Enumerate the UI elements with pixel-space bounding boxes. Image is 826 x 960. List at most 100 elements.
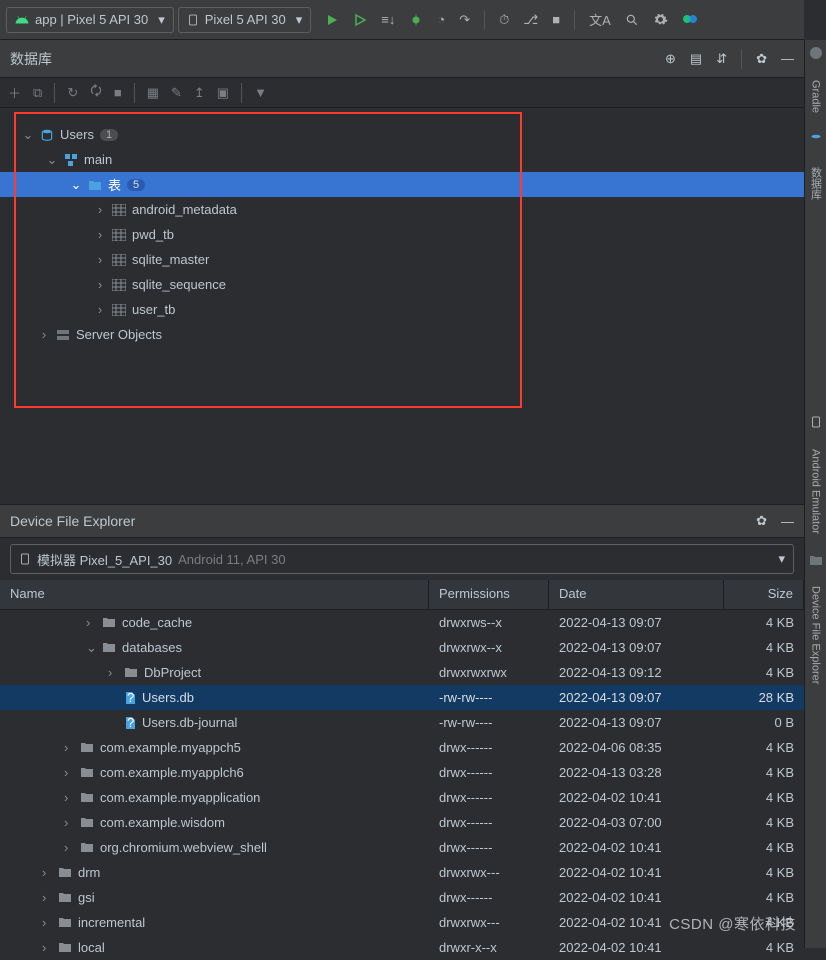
console-icon[interactable]: ▣	[217, 85, 229, 101]
database-panel-title: 数据库	[10, 49, 665, 69]
chevron-down-icon: ⌄	[70, 177, 82, 193]
chevron-icon: ›	[64, 740, 74, 755]
file-perm: drwx------	[429, 790, 549, 805]
file-name: code_cache	[122, 615, 192, 630]
git-icon[interactable]: ⎇	[523, 12, 538, 28]
device-dropdown[interactable]: Pixel 5 API 30 ▾	[178, 7, 311, 33]
gradle-icon	[809, 46, 823, 60]
col-size[interactable]: Size	[724, 580, 804, 609]
device-name: 模拟器 Pixel_5_API_30	[37, 550, 172, 569]
sidetab-gradle[interactable]: Gradle	[810, 80, 822, 113]
phone-icon	[19, 552, 31, 566]
speed-icon[interactable]: ⏱	[499, 12, 509, 28]
add-icon[interactable]: ＋	[8, 83, 21, 102]
table-row[interactable]: ?Users.db-journal-rw-rw----2022-04-13 09…	[0, 710, 804, 735]
gear-icon[interactable]: ✿	[756, 51, 767, 67]
tree-label: pwd_tb	[132, 227, 174, 242]
separator	[741, 49, 742, 69]
copy-icon[interactable]: ⧉	[33, 85, 42, 101]
attach-icon[interactable]: ↷	[459, 12, 470, 28]
file-size: 4 KB	[724, 615, 804, 630]
table-row[interactable]: ›com.example.myapplicationdrwx------2022…	[0, 785, 804, 810]
chevron-down-icon: ⌄	[46, 152, 58, 168]
database-icon	[809, 133, 823, 147]
table-row[interactable]: ›code_cachedrwxrws--x2022-04-13 09:074 K…	[0, 610, 804, 635]
table-row[interactable]: ›com.example.myapplch6drwx------2022-04-…	[0, 760, 804, 785]
refresh-icon[interactable]: ↻	[67, 85, 78, 101]
database-panel-header: 数据库 ⊕ ▤ ⇵ ✿ —	[0, 40, 804, 78]
col-name[interactable]: Name	[0, 580, 429, 609]
run-config-dropdown[interactable]: app | Pixel 5 API 30 ▾	[6, 7, 174, 33]
main-toolbar: app | Pixel 5 API 30 ▾ Pixel 5 API 30 ▾ …	[0, 0, 804, 40]
file-name: Users.db-journal	[142, 715, 237, 730]
search-icon[interactable]	[625, 13, 639, 27]
table-row[interactable]: ?Users.db-rw-rw----2022-04-13 09:0728 KB	[0, 685, 804, 710]
tree-node-users[interactable]: ⌄ Users 1	[0, 122, 804, 147]
folder-icon	[58, 917, 72, 928]
tree-label: main	[84, 152, 112, 167]
file-date: 2022-04-13 09:12	[549, 665, 724, 680]
gear-icon[interactable]: ✿	[756, 513, 767, 529]
tree-node-server-objects[interactable]: › Server Objects	[0, 322, 804, 347]
tree-node-table[interactable]: ›user_tb	[0, 297, 804, 322]
table-row[interactable]: ›org.chromium.webview_shelldrwx------202…	[0, 835, 804, 860]
collapse-icon[interactable]: ⇵	[716, 51, 727, 67]
step-icon[interactable]: ≡↓	[381, 12, 395, 27]
translate-icon[interactable]: 文A	[589, 10, 611, 29]
profiler-icon[interactable]: ◔	[437, 12, 445, 27]
sidetab-db[interactable]: 数据库	[808, 167, 824, 200]
chevron-down-icon: ▾	[296, 12, 303, 28]
file-name: com.example.wisdom	[100, 815, 225, 830]
debug-icon[interactable]	[409, 13, 423, 27]
table-row[interactable]: ›com.example.wisdomdrwx------2022-04-03 …	[0, 810, 804, 835]
file-date: 2022-04-13 09:07	[549, 690, 724, 705]
sync-icon[interactable]: 🗘	[90, 82, 102, 104]
target-icon[interactable]: ⊕	[665, 51, 676, 67]
sidetab-emulator[interactable]: Android Emulator	[810, 449, 822, 534]
folder-icon	[80, 817, 94, 828]
tree-label: android_metadata	[132, 202, 237, 217]
svg-text:?: ?	[127, 691, 134, 705]
table-row[interactable]: ⌄databasesdrwxrwx--x2022-04-13 09:074 KB	[0, 635, 804, 660]
chevron-down-icon: ▾	[778, 551, 785, 567]
settings-icon[interactable]	[653, 12, 668, 27]
sidetab-dfe[interactable]: Device File Explorer	[810, 586, 822, 684]
file-size: 4 KB	[724, 815, 804, 830]
col-perm[interactable]: Permissions	[429, 580, 549, 609]
separator	[54, 83, 55, 103]
chevron-icon: ›	[64, 765, 74, 780]
edit-icon[interactable]: ✎	[171, 85, 182, 101]
brand-icon[interactable]	[682, 12, 697, 27]
coverage-icon[interactable]	[353, 13, 367, 27]
col-date[interactable]: Date	[549, 580, 724, 609]
table-icon[interactable]: ▦	[147, 85, 159, 101]
minimize-icon[interactable]: —	[781, 514, 794, 529]
tree-node-tables-folder[interactable]: ⌄ 表 5	[0, 172, 804, 197]
stop-icon[interactable]: ■	[552, 12, 560, 27]
tree-node-main[interactable]: ⌄ main	[0, 147, 804, 172]
run-icon[interactable]	[325, 13, 339, 27]
folder-icon	[80, 842, 94, 853]
table-row[interactable]: ›DbProjectdrwxrwxrwx2022-04-13 09:124 KB	[0, 660, 804, 685]
tree-node-table[interactable]: ›sqlite_master	[0, 247, 804, 272]
tree-node-table[interactable]: ›android_metadata	[0, 197, 804, 222]
tree-node-table[interactable]: ›sqlite_sequence	[0, 272, 804, 297]
chevron-icon: ›	[42, 865, 52, 880]
android-icon	[15, 13, 29, 27]
dfe-title: Device File Explorer	[10, 513, 756, 529]
table-row[interactable]: ›com.example.myappch5drwx------2022-04-0…	[0, 735, 804, 760]
device-selector[interactable]: 模拟器 Pixel_5_API_30 Android 11, API 30 ▾	[10, 544, 794, 574]
layout-icon[interactable]: ▤	[690, 51, 702, 67]
stop-icon[interactable]: ■	[114, 85, 122, 100]
table-row[interactable]: ›gsidrwx------2022-04-02 10:414 KB	[0, 885, 804, 910]
folder-icon	[124, 667, 138, 678]
minimize-icon[interactable]: —	[781, 51, 794, 66]
table-row[interactable]: ›drmdrwxrwx---2022-04-02 10:414 KB	[0, 860, 804, 885]
tree-node-table[interactable]: ›pwd_tb	[0, 222, 804, 247]
file-icon: ?	[124, 716, 136, 730]
upload-icon[interactable]: ↥	[194, 85, 205, 101]
file-size: 4 KB	[724, 765, 804, 780]
table-icon	[112, 204, 126, 216]
file-perm: drwx------	[429, 840, 549, 855]
filter-icon[interactable]: ▼	[254, 85, 267, 100]
